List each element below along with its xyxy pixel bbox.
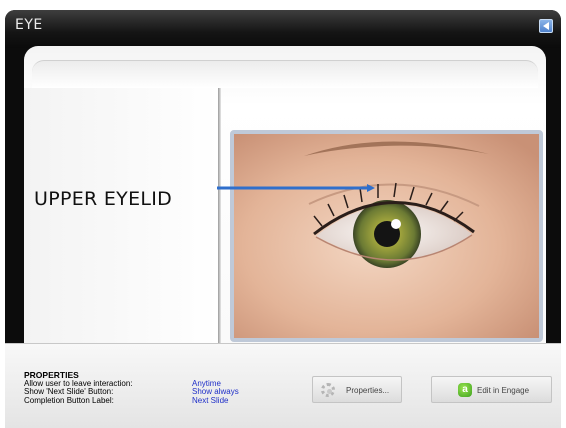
pointer-arrow: [217, 184, 375, 192]
property-value: Next Slide: [192, 395, 229, 405]
hotspot-label: UPPER EYELID: [34, 188, 173, 210]
engage-logo-icon: a: [458, 383, 472, 397]
card-header-bevel: [32, 60, 538, 88]
window-title: EYE: [15, 17, 43, 33]
label-panel: [24, 88, 219, 343]
property-row: Completion Button Label: Next Slide: [24, 395, 264, 406]
gear-icon: [321, 383, 335, 397]
eye-illustration: [234, 134, 539, 338]
properties-button[interactable]: Properties...: [312, 376, 402, 403]
back-arrow-icon[interactable]: [539, 19, 553, 33]
properties-button-label: Properties...: [346, 386, 390, 395]
properties-list: PROPERTIES Allow user to leave interacti…: [24, 371, 264, 405]
edit-in-engage-button[interactable]: a Edit in Engage: [431, 376, 552, 403]
properties-panel: PROPERTIES Allow user to leave interacti…: [5, 343, 561, 428]
eye-image: [230, 130, 543, 342]
title-bar: EYE: [5, 10, 561, 48]
edit-in-engage-label: Edit in Engage: [477, 386, 530, 395]
property-key: Completion Button Label:: [24, 395, 114, 405]
panel-divider: [218, 88, 221, 343]
